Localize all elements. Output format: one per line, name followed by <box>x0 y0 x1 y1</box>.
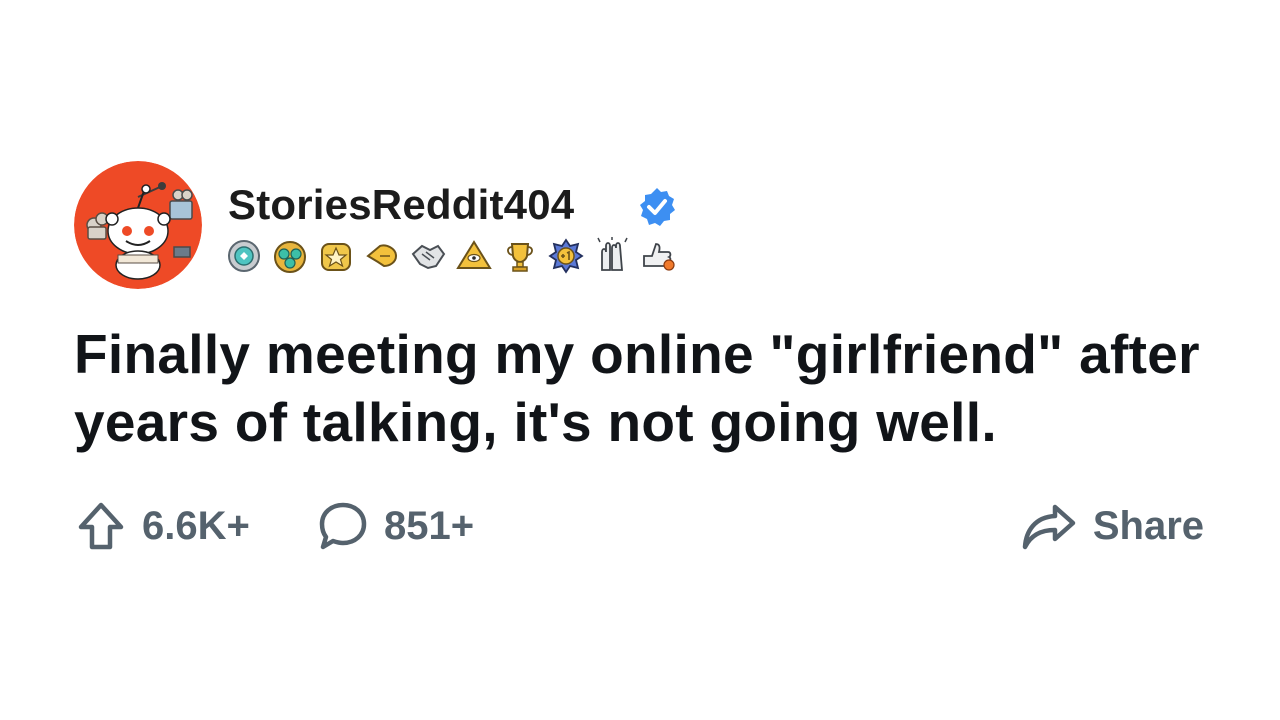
upvote-arrow-icon <box>78 502 124 550</box>
post-card: StoriesReddit404 Finally meeting my onli… <box>0 0 1280 720</box>
share-button[interactable]: Share <box>1019 496 1204 556</box>
upvote-button[interactable]: 6.6K+ <box>74 496 250 556</box>
share-label: Share <box>1092 503 1204 548</box>
clapping-hands-award-icon <box>597 237 628 271</box>
snoo-avatar-icon <box>74 161 202 289</box>
verified-badge-icon <box>640 188 675 226</box>
comments-button[interactable]: 851+ <box>316 496 474 556</box>
share-arrow-icon <box>1022 504 1076 550</box>
post-action-bar: 6.6K+ 851+ Share <box>74 496 1204 556</box>
pointing-hand-award-icon <box>366 244 398 268</box>
comment-bubble-icon <box>319 502 367 550</box>
author-username[interactable]: StoriesReddit404 <box>228 181 574 229</box>
thumbs-up-award-icon <box>643 243 675 271</box>
author-avatar[interactable] <box>74 161 202 289</box>
handshake-award-icon <box>411 244 446 270</box>
gold-star-award-icon <box>321 243 351 271</box>
shield-gem-award-icon <box>228 240 260 272</box>
pyramid-eye-award-icon <box>456 240 492 269</box>
triple-gem-award-icon <box>274 241 306 273</box>
plus-one-award-icon <box>548 238 584 274</box>
upvote-count: 6.6K+ <box>142 503 250 548</box>
comment-count: 851+ <box>384 503 475 548</box>
awards-row <box>224 234 678 278</box>
trophy-award-icon <box>507 243 533 272</box>
post-title[interactable]: Finally meeting my online "girlfriend" a… <box>74 320 1224 456</box>
